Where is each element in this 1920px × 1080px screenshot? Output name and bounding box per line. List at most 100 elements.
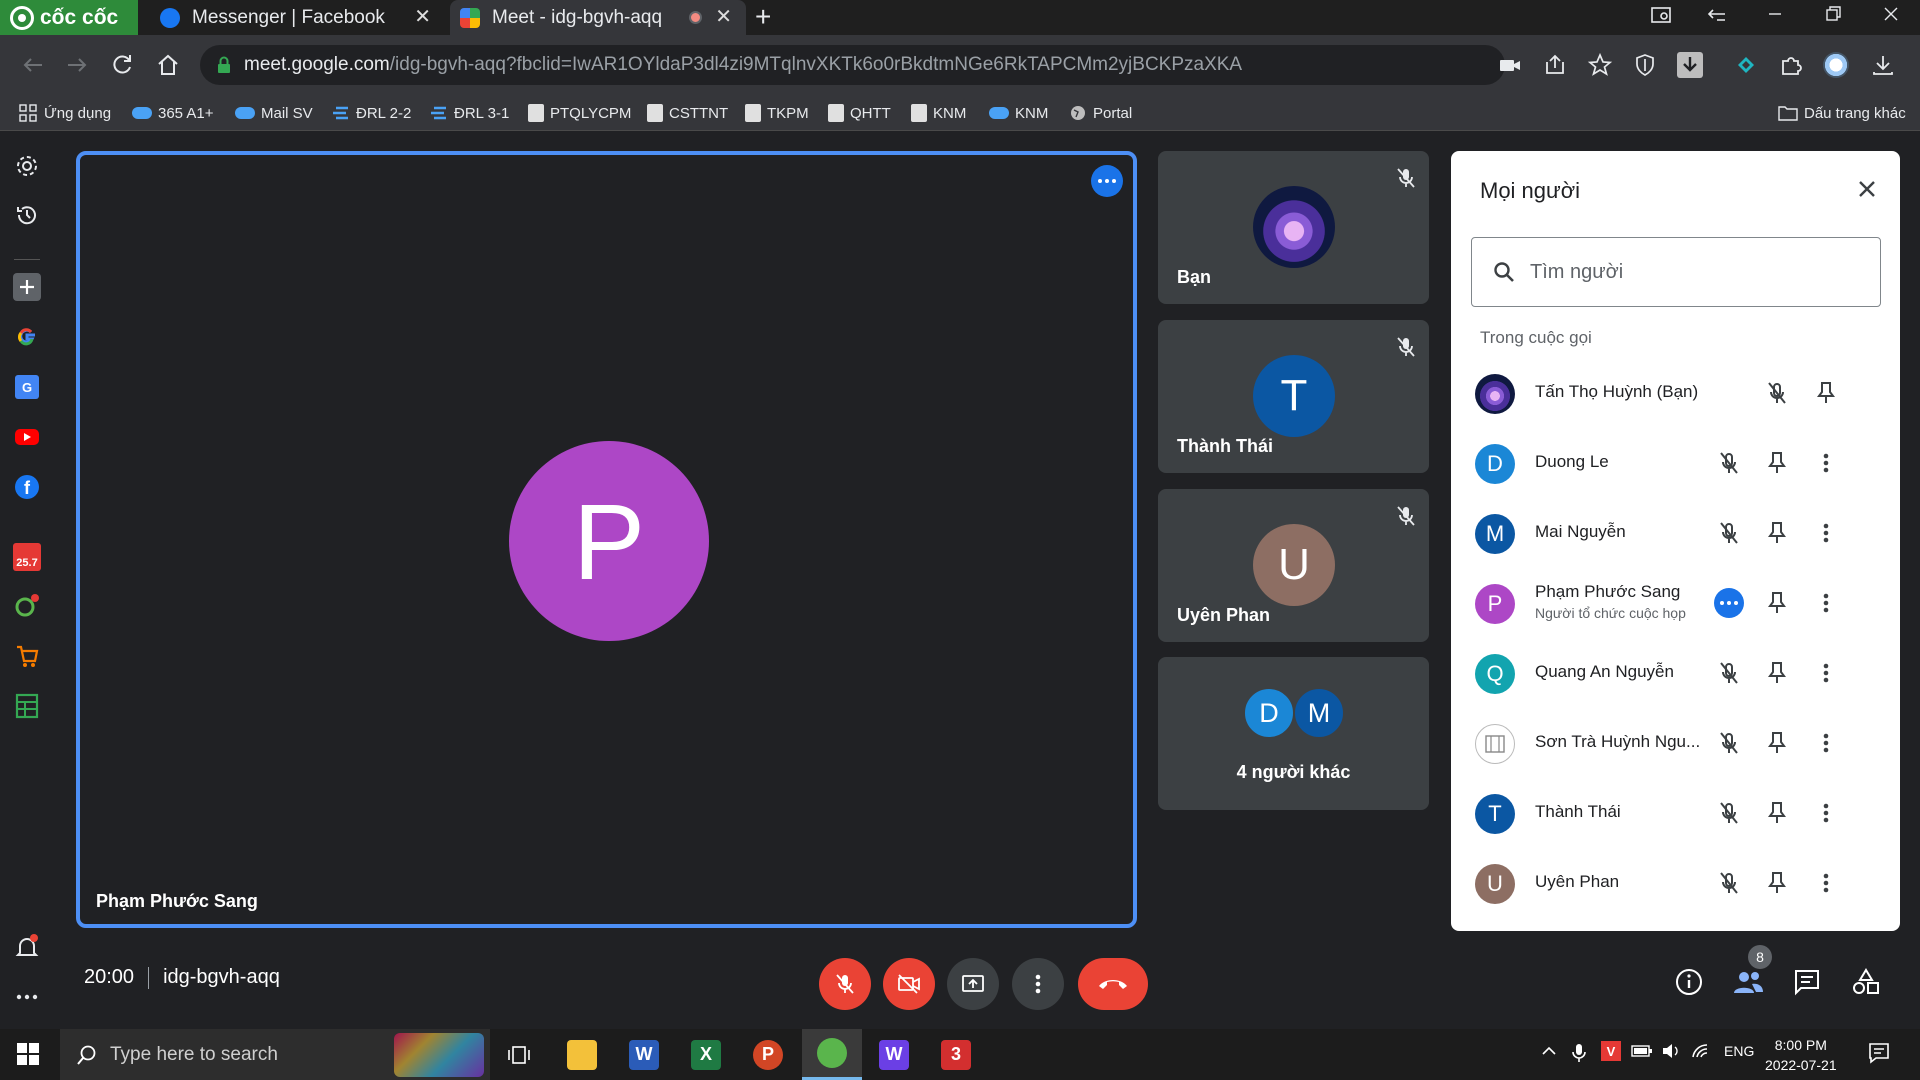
reload-icon[interactable]: [107, 50, 137, 80]
app-3-icon[interactable]: 3: [926, 1029, 986, 1080]
participant-row[interactable]: U Uyên Phan: [1451, 848, 1900, 918]
mic-toggle-button[interactable]: [819, 958, 871, 1010]
participant-menu-icon[interactable]: [1812, 589, 1840, 617]
participant-tile[interactable]: U Uyên Phan: [1158, 489, 1429, 642]
address-bar[interactable]: meet.google.com/idg-bgvh-aqq?fbclid=IwAR…: [200, 45, 1505, 85]
google-icon[interactable]: [13, 323, 41, 351]
participant-row[interactable]: P Phạm Phước Sang Người tổ chức cuộc họp: [1451, 568, 1900, 638]
home-icon[interactable]: [153, 50, 183, 80]
participant-menu-icon[interactable]: [1812, 519, 1840, 547]
tab-meet[interactable]: Meet - idg-bgvh-aqq ✕: [450, 0, 746, 35]
wps-icon[interactable]: W: [864, 1029, 924, 1080]
input-language[interactable]: ENG: [1724, 1043, 1754, 1059]
pin-icon[interactable]: [1812, 379, 1840, 407]
more-horizontal-icon[interactable]: [13, 983, 41, 1011]
pin-icon[interactable]: [1763, 799, 1791, 827]
forward-arrow-icon[interactable]: [62, 50, 92, 80]
tile-options-button[interactable]: [1091, 165, 1123, 197]
microphone-tray-icon[interactable]: [1571, 1043, 1587, 1063]
participant-row[interactable]: Sơn Trà Huỳnh Ngu...: [1451, 708, 1900, 778]
close-tab-icon[interactable]: ✕: [715, 7, 732, 27]
bookmark-drl-3-1[interactable]: ĐRL 3-1: [430, 102, 509, 124]
bookmark-qhtt[interactable]: QHTT: [828, 102, 891, 124]
pin-icon[interactable]: [1763, 659, 1791, 687]
download-video-icon[interactable]: [1677, 52, 1703, 78]
downloads-icon[interactable]: [1870, 52, 1896, 78]
google-translate-icon[interactable]: G: [13, 373, 41, 401]
settings-gear-icon[interactable]: [13, 152, 41, 180]
lock-icon[interactable]: [216, 56, 232, 74]
close-tab-icon[interactable]: ✕: [414, 7, 431, 27]
notifications-bell-icon[interactable]: [13, 933, 41, 961]
screenshot-icon[interactable]: [1650, 4, 1672, 26]
mic-off-icon[interactable]: [1715, 869, 1743, 897]
mic-off-icon[interactable]: [1715, 799, 1743, 827]
search-people[interactable]: [1471, 237, 1881, 307]
show-hidden-icons[interactable]: [1541, 1043, 1557, 1059]
participant-tile[interactable]: T Thành Thái: [1158, 320, 1429, 473]
participant-row[interactable]: T Thành Thái: [1451, 778, 1900, 848]
pin-icon[interactable]: [1763, 729, 1791, 757]
word-icon[interactable]: W: [614, 1029, 674, 1080]
bookmark-tkpm[interactable]: TKPM: [745, 102, 809, 124]
task-view-icon[interactable]: [489, 1029, 549, 1080]
extension-diamond-icon[interactable]: [1733, 52, 1759, 78]
wifi-icon[interactable]: [1691, 1043, 1713, 1059]
host-options-button[interactable]: [1714, 588, 1744, 618]
minimize-button[interactable]: [1765, 4, 1785, 24]
participant-row[interactable]: Tấn Thọ Huỳnh (Bạn): [1451, 358, 1900, 428]
shield-icon[interactable]: [1632, 52, 1658, 78]
new-tab-button[interactable]: +: [755, 1, 771, 33]
people-icon[interactable]: [1730, 964, 1766, 1000]
pin-icon[interactable]: [1763, 589, 1791, 617]
bookmark-drl-2-2[interactable]: ĐRL 2-2: [332, 102, 411, 124]
mic-off-icon[interactable]: [1715, 659, 1743, 687]
camera-toggle-button[interactable]: [883, 958, 935, 1010]
pin-icon[interactable]: [1763, 449, 1791, 477]
more-options-button[interactable]: [1012, 958, 1064, 1010]
participant-menu-icon[interactable]: [1812, 659, 1840, 687]
participant-menu-icon[interactable]: [1812, 869, 1840, 897]
bookmark-csttnt[interactable]: CSTTNT: [647, 102, 728, 124]
self-tile[interactable]: Bạn: [1158, 151, 1429, 304]
share-icon[interactable]: [1542, 52, 1568, 78]
coccoc-browser-icon[interactable]: [802, 1029, 862, 1080]
youtube-icon[interactable]: [13, 423, 41, 451]
vpn-tray-icon[interactable]: V: [1601, 1041, 1621, 1061]
leave-call-button[interactable]: [1078, 958, 1148, 1010]
chat-icon[interactable]: [1789, 964, 1825, 1000]
pin-icon[interactable]: [1763, 869, 1791, 897]
volume-icon[interactable]: [1661, 1043, 1683, 1059]
powerpoint-icon[interactable]: P: [738, 1029, 798, 1080]
meeting-details-icon[interactable]: [1671, 964, 1707, 1000]
spreadsheet-icon[interactable]: [13, 692, 41, 720]
participant-menu-icon[interactable]: [1812, 729, 1840, 757]
coccoc-menu-button[interactable]: cốc cốc: [0, 0, 138, 35]
other-bookmarks[interactable]: Dấu trang khác: [1778, 102, 1906, 124]
deal-icon[interactable]: 25.7: [13, 543, 41, 571]
system-clock[interactable]: 8:00 PM 2022-07-21: [1765, 1035, 1837, 1075]
pin-icon[interactable]: [1763, 519, 1791, 547]
file-explorer-icon[interactable]: [552, 1029, 612, 1080]
mic-off-icon[interactable]: [1715, 449, 1743, 477]
activities-icon[interactable]: [1848, 964, 1884, 1000]
present-screen-button[interactable]: [947, 958, 999, 1010]
add-panel-icon[interactable]: [13, 273, 41, 301]
coccoc-map-icon[interactable]: [13, 592, 41, 620]
windows-start-icon[interactable]: [16, 1042, 40, 1066]
participant-row[interactable]: D Duong Le: [1451, 428, 1900, 498]
participant-menu-icon[interactable]: [1812, 449, 1840, 477]
close-window-button[interactable]: [1881, 4, 1901, 24]
bookmark-mail[interactable]: Mail SV: [235, 102, 313, 124]
main-participant-tile[interactable]: P Phạm Phước Sang: [76, 151, 1137, 928]
excel-icon[interactable]: X: [676, 1029, 736, 1080]
bookmark-knm-2[interactable]: KNM: [989, 102, 1048, 124]
close-icon[interactable]: [1852, 174, 1882, 204]
back-history-icon[interactable]: [1707, 4, 1729, 26]
bookmark-apps[interactable]: Ứng dụng: [18, 102, 111, 124]
history-icon[interactable]: [13, 201, 41, 229]
others-tile[interactable]: D M 4 người khác: [1158, 657, 1429, 810]
facebook-icon[interactable]: f: [13, 473, 41, 501]
extensions-puzzle-icon[interactable]: [1778, 52, 1804, 78]
bookmark-knm-1[interactable]: KNM: [911, 102, 966, 124]
